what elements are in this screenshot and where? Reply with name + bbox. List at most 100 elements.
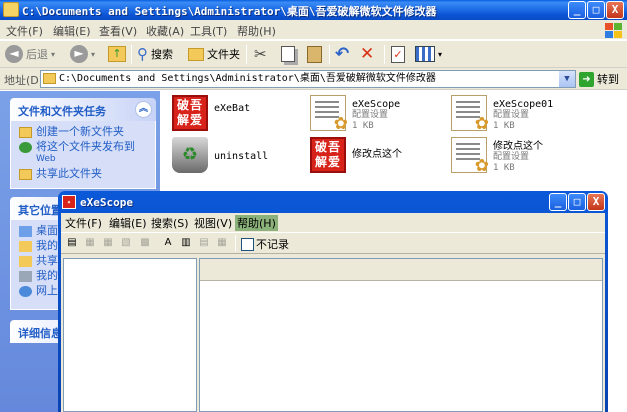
menu-file[interactable]: 文件(F) <box>65 215 102 231</box>
menu-search[interactable]: 搜索(S) <box>151 215 189 231</box>
exescope-window: ✦ eXeScope _ □ X 文件(F) 编辑(E) 搜索(S) 视图(V)… <box>58 191 608 412</box>
no-log-toggle[interactable]: 不记录 <box>241 236 289 252</box>
go-button[interactable]: ➜ 转到 <box>579 70 625 88</box>
minimize-button[interactable]: _ <box>568 1 586 19</box>
import-icon[interactable]: ▩ <box>138 236 152 250</box>
paste-button[interactable] <box>307 43 322 65</box>
resource-tree[interactable] <box>63 258 197 412</box>
exescope-titlebar[interactable]: ✦ eXeScope _ □ X <box>58 191 608 213</box>
file-item[interactable]: eXeScope 配置设置 1 KB <box>310 95 400 134</box>
dump-icon[interactable]: ▤ <box>197 236 211 250</box>
delete-icon: ✕ <box>360 44 375 64</box>
file-tasks-panel: 文件和文件夹任务 ︽ 创建一个新文件夹 将这个文件夹发布到 Web 共享此文件夹 <box>10 98 156 189</box>
exescope-toolbar: ▤ ▦ ▦ ▧ ▩ A ▥ ▤ ▦ 不记录 <box>61 232 605 254</box>
up-button[interactable]: ↑ <box>108 43 126 65</box>
config-file-icon <box>310 95 348 134</box>
wuai-icon: 破吾解爱 <box>310 137 346 173</box>
file-item[interactable]: eXeScope01 配置设置 1 KB <box>451 95 553 134</box>
exescope-menubar: 文件(F) 编辑(E) 搜索(S) 视图(V) 帮助(H) <box>61 213 605 231</box>
menu-view[interactable]: 视图(V) <box>194 215 232 231</box>
folder-icon <box>19 256 32 267</box>
search-button[interactable]: ⚲ 搜索 <box>137 43 173 65</box>
menu-file[interactable]: 文件(F) <box>6 23 43 39</box>
detail-pane[interactable] <box>199 258 603 412</box>
back-button[interactable]: ◄ 后退 ▾ <box>5 43 55 65</box>
task-new-folder[interactable]: 创建一个新文件夹 <box>19 126 151 138</box>
menu-favorites[interactable]: 收藏(A) <box>146 23 184 39</box>
maximize-button[interactable]: □ <box>587 1 605 19</box>
file-size: 1 KB <box>352 121 374 131</box>
menu-view[interactable]: 查看(V) <box>99 23 137 39</box>
toolbar-separator <box>329 45 330 64</box>
task-label: 共享此文件夹 <box>36 167 102 180</box>
file-item[interactable]: ♻ uninstall <box>172 137 268 173</box>
file-item[interactable]: 修改点这个 配置设置 1 KB <box>451 137 543 176</box>
no-log-label: 不记录 <box>256 238 289 251</box>
file-size: 1 KB <box>493 121 515 131</box>
no-log-checkbox[interactable] <box>241 237 254 251</box>
toolbar-separator <box>384 45 385 64</box>
chevron-down-icon: ▾ <box>438 49 443 59</box>
scissors-icon: ✂ <box>254 45 267 63</box>
folders-button[interactable]: 文件夹 <box>188 43 240 65</box>
address-input[interactable]: C:\Documents and Settings\Administrator\… <box>40 70 576 88</box>
place-label: 我的 <box>36 269 58 282</box>
task-label: 将这个文件夹发布到 <box>36 140 135 153</box>
search-icon: ⚲ <box>137 45 148 63</box>
menu-help[interactable]: 帮助(H) <box>235 215 278 231</box>
binary-view-icon[interactable]: ▥ <box>179 236 193 250</box>
go-label: 转到 <box>597 73 619 86</box>
toolbar-separator <box>246 45 247 64</box>
close-button[interactable]: X <box>606 1 624 19</box>
forward-button[interactable]: ► ▾ <box>70 43 95 65</box>
detail-header <box>200 259 602 281</box>
shared-folder-icon <box>19 169 32 180</box>
task-share-folder[interactable]: 共享此文件夹 <box>19 168 151 180</box>
delete-button[interactable]: ✕ <box>360 43 374 65</box>
exescope-app-icon: ✦ <box>62 195 76 209</box>
file-type: 配置设置 <box>493 152 530 162</box>
minimize-button[interactable]: _ <box>549 193 567 211</box>
folders-label: 文件夹 <box>207 48 240 61</box>
menu-edit[interactable]: 编辑(E) <box>53 23 91 39</box>
undo-button[interactable]: ↶ <box>335 43 349 65</box>
chevron-down-icon[interactable]: ▼ <box>559 71 575 87</box>
menu-help[interactable]: 帮助(H) <box>237 23 276 39</box>
maximize-button[interactable]: □ <box>568 193 586 211</box>
open-file-icon[interactable]: ▤ <box>65 236 79 250</box>
export-icon[interactable]: ▧ <box>119 236 133 250</box>
file-name: 修改点这个 <box>352 149 402 160</box>
desktop-icon <box>19 226 32 237</box>
task-publish-web[interactable]: 将这个文件夹发布到 Web <box>19 141 151 165</box>
explorer-titlebar[interactable]: C:\Documents and Settings\Administrator\… <box>0 0 627 20</box>
globe-icon <box>19 142 32 153</box>
exescope-title: eXeScope <box>80 196 133 209</box>
save-icon[interactable]: ▦ <box>83 236 97 250</box>
cut-button[interactable]: ✂ <box>254 43 267 65</box>
file-tasks-body: 创建一个新文件夹 将这个文件夹发布到 Web 共享此文件夹 <box>10 121 156 189</box>
views-button[interactable]: ▾ <box>415 43 442 65</box>
file-item[interactable]: 破吾解爱 修改点这个 <box>310 137 402 173</box>
font-icon[interactable]: A <box>161 236 175 250</box>
folder-icon <box>188 47 204 61</box>
views-icon <box>415 46 435 62</box>
file-type: 配置设置 <box>352 110 389 120</box>
properties-button[interactable]: ✓ <box>391 43 405 65</box>
collapse-icon[interactable]: ︽ <box>135 101 152 118</box>
file-size: 1 KB <box>493 163 515 173</box>
file-tasks-header[interactable]: 文件和文件夹任务 ︽ <box>10 98 156 121</box>
config-file-icon <box>451 137 489 176</box>
menu-tools[interactable]: 工具(T) <box>190 23 227 39</box>
file-item[interactable]: 破吾解爱 eXeBat <box>172 95 250 131</box>
place-label: 网上 <box>36 284 58 297</box>
menu-edit[interactable]: 编辑(E) <box>109 215 147 231</box>
info-icon[interactable]: ▦ <box>215 236 229 250</box>
wuai-icon: 破吾解爱 <box>172 95 208 131</box>
close-button[interactable]: X <box>587 193 605 211</box>
details-title: 详细信息 <box>18 327 62 340</box>
folder-icon <box>3 2 19 17</box>
copy-button[interactable] <box>281 43 295 65</box>
folder-icon <box>19 241 32 252</box>
file-name: eXeBat <box>214 103 251 114</box>
save-as-icon[interactable]: ▦ <box>101 236 115 250</box>
